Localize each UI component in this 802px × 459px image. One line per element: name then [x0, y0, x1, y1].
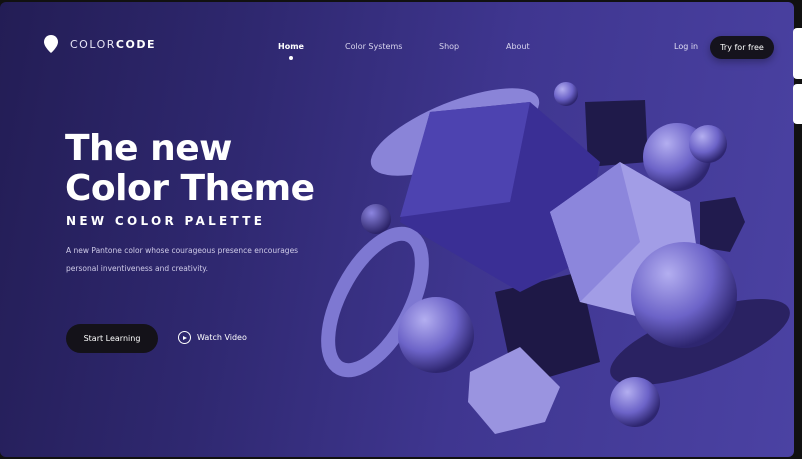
nav-about[interactable]: About	[506, 42, 530, 51]
try-for-free-button[interactable]: Try for free	[710, 36, 774, 59]
sphere-shape	[631, 242, 737, 348]
sphere-shape	[610, 377, 660, 427]
description-line-2: personal inventiveness and creativity.	[66, 264, 209, 273]
description-line-1: A new Pantone color whose courageous pre…	[66, 246, 299, 255]
cube-shape	[700, 197, 745, 252]
brand-name-bold: CODE	[115, 37, 156, 51]
location-pin-icon	[44, 35, 58, 53]
title-line-2: Color Theme	[65, 168, 315, 209]
brand-name-light: COLOR	[70, 37, 116, 51]
nav-color-systems[interactable]: Color Systems	[345, 42, 402, 51]
sphere-shape	[398, 297, 474, 373]
hero-subtitle: NEW COLOR PALETTE	[66, 214, 266, 228]
cube-shape	[585, 100, 648, 167]
nav-shop[interactable]: Shop	[439, 42, 459, 51]
hero-3d-illustration	[321, 82, 790, 434]
watch-video-button[interactable]: Watch Video	[178, 331, 247, 344]
sphere-shape	[689, 125, 727, 163]
landing-page: COLORCODE Home Color Systems Shop About …	[0, 2, 794, 457]
hero-title: The new Color Theme	[65, 129, 315, 209]
brand-logo[interactable]: COLORCODE	[44, 35, 156, 53]
side-tab[interactable]	[793, 41, 802, 79]
hero-description: A new Pantone color whose courageous pre…	[66, 242, 316, 278]
sphere-shape	[554, 82, 578, 106]
side-tab[interactable]	[793, 84, 802, 124]
active-indicator	[289, 56, 293, 60]
sphere-shape	[361, 204, 391, 234]
login-link[interactable]: Log in	[674, 42, 698, 51]
start-learning-button[interactable]: Start Learning	[66, 324, 158, 353]
nav-home[interactable]: Home	[278, 42, 304, 51]
play-circle-icon	[178, 331, 191, 344]
watch-video-label: Watch Video	[197, 333, 247, 342]
title-line-1: The new	[65, 128, 232, 169]
